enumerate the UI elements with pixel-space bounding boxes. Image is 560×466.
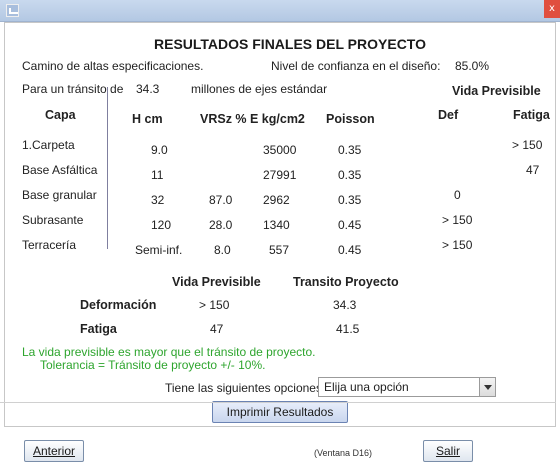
row-h: 32: [151, 193, 165, 207]
row-e: 557: [269, 243, 290, 257]
row-fatiga: 47: [526, 163, 540, 177]
options-dropdown[interactable]: Elija una opción: [318, 377, 496, 397]
window-id-label: (Ventana D16): [314, 448, 373, 458]
row-vrs: 87.0: [209, 193, 233, 207]
summary-transito-header: Transito Proyecto: [293, 275, 399, 289]
road-type-text: Camino de altas especificaciones.: [22, 59, 204, 73]
options-label: Tiene las siguientes opciones:: [165, 381, 326, 395]
row-e: 1340: [263, 218, 290, 232]
row-capa: Subrasante: [22, 213, 84, 227]
row-capa: 1.Carpeta: [22, 138, 75, 152]
col-header-capa: Capa: [45, 108, 76, 122]
transit-prefix: Para un tránsito de: [22, 82, 124, 96]
col-header-h: H cm: [132, 112, 163, 126]
row-h: 9.0: [151, 143, 168, 157]
row-poisson: 0.45: [338, 218, 362, 232]
footer-divider: [0, 402, 556, 403]
row-e: 35000: [263, 143, 297, 157]
row-def: > 150: [442, 213, 473, 227]
row-h: Semi-inf.: [135, 243, 183, 257]
chevron-down-icon[interactable]: [479, 378, 495, 396]
row-e: 27991: [263, 168, 297, 182]
transit-suffix: millones de ejes estándar: [191, 82, 328, 96]
row-poisson: 0.35: [338, 168, 362, 182]
col-header-def: Def: [438, 108, 459, 122]
row-fatiga: > 150: [512, 138, 543, 152]
row-capa: Base granular: [22, 188, 97, 202]
col-header-poisson: Poisson: [326, 112, 375, 126]
print-results-button[interactable]: Imprimir Resultados: [212, 401, 348, 423]
col-header-vrs: VRSz %: [200, 112, 247, 126]
col-header-fatiga: Fatiga: [513, 108, 550, 122]
app-icon: [6, 4, 19, 17]
transit-value: 34.3: [136, 82, 160, 96]
vida-previsible-header: Vida Previsible: [452, 84, 541, 98]
fatiga-transito: 41.5: [336, 322, 360, 336]
row-def: > 150: [442, 238, 473, 252]
row-capa: Base Asfáltica: [22, 163, 98, 177]
col-header-e: E kg/cm2: [250, 112, 305, 126]
row-vrs: 8.0: [214, 243, 231, 257]
previous-button[interactable]: Anterior: [24, 440, 84, 462]
row-h: 120: [151, 218, 172, 232]
fatiga-label: Fatiga: [80, 322, 117, 336]
row-h: 11: [151, 168, 164, 182]
confidence-value: 85.0%: [455, 59, 490, 73]
page-title: RESULTADOS FINALES DEL PROYECTO: [154, 36, 426, 52]
row-def: 0: [454, 188, 461, 202]
deformacion-vida: > 150: [199, 298, 230, 312]
row-poisson: 0.35: [338, 193, 362, 207]
table-divider: [107, 87, 108, 249]
row-vrs: 28.0: [209, 218, 233, 232]
row-poisson: 0.35: [338, 143, 362, 157]
row-e: 2962: [263, 193, 290, 207]
options-selected: Elija una opción: [324, 380, 409, 394]
row-capa: Terracería: [22, 238, 77, 252]
summary-vida-header: Vida Previsible: [172, 275, 261, 289]
deformacion-transito: 34.3: [333, 298, 357, 312]
deformacion-label: Deformación: [80, 298, 157, 312]
row-poisson: 0.45: [338, 243, 362, 257]
exit-button[interactable]: Salir: [423, 440, 473, 462]
fatiga-vida: 47: [210, 322, 224, 336]
close-button[interactable]: x: [544, 0, 560, 18]
confidence-label: Nivel de confianza en el diseño:: [271, 59, 441, 73]
tolerance-message: Tolerancia = Tránsito de proyecto +/- 10…: [40, 358, 266, 372]
window-titlebar: x: [0, 0, 560, 22]
result-message: La vida previsible es mayor que el tráns…: [22, 345, 316, 359]
